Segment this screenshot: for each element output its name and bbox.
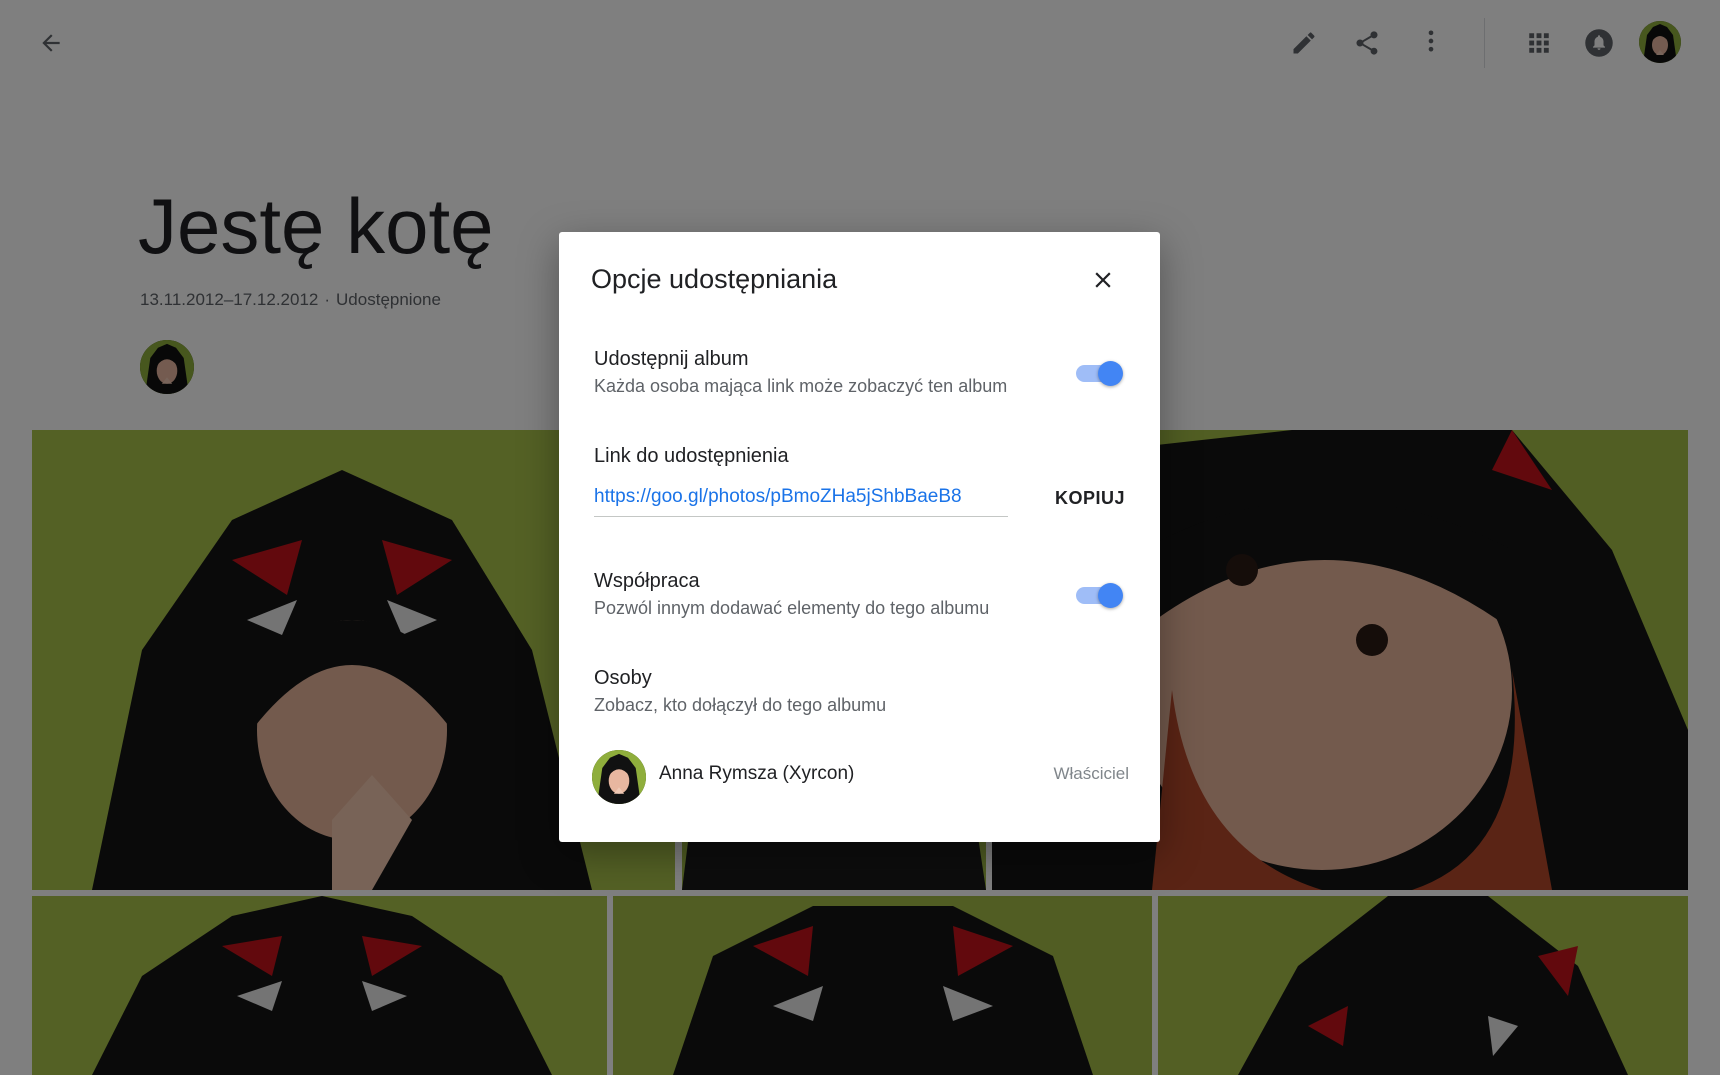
dialog-title: Opcje udostępniania <box>591 264 838 294</box>
member-role: Właściciel <box>1053 764 1129 783</box>
profile-picture-icon <box>592 750 646 804</box>
share-album-toggle[interactable] <box>1074 358 1126 388</box>
share-link-field[interactable]: https://goo.gl/photos/pBmoZHa5jShbBaeB8 <box>594 484 1008 517</box>
sharing-options-dialog: Opcje udostępniania Udostępnij album Każ… <box>559 232 1160 842</box>
share-link-title: Link do udostępnienia <box>594 445 789 467</box>
member-avatar <box>592 750 646 804</box>
toggle-thumb <box>1098 583 1123 608</box>
close-dialog-button[interactable] <box>1079 256 1127 304</box>
toggle-thumb <box>1098 361 1123 386</box>
collaboration-subtitle: Pozwól innym dodawać elementy do tego al… <box>594 598 990 618</box>
share-album-subtitle: Każda osoba mająca link może zobaczyć te… <box>594 376 1008 396</box>
member-name: Anna Rymsza (Xyrcon) <box>659 763 855 784</box>
copy-link-button[interactable]: KOPIUJ <box>1055 488 1125 509</box>
people-title: Osoby <box>594 667 652 689</box>
share-album-title: Udostępnij album <box>594 348 749 370</box>
close-icon <box>1095 272 1111 288</box>
people-subtitle: Zobacz, kto dołączył do tego albumu <box>594 695 887 715</box>
collaboration-toggle[interactable] <box>1074 580 1126 610</box>
collaboration-title: Współpraca <box>594 570 700 592</box>
share-link-url[interactable]: https://goo.gl/photos/pBmoZHa5jShbBaeB8 <box>594 486 962 508</box>
